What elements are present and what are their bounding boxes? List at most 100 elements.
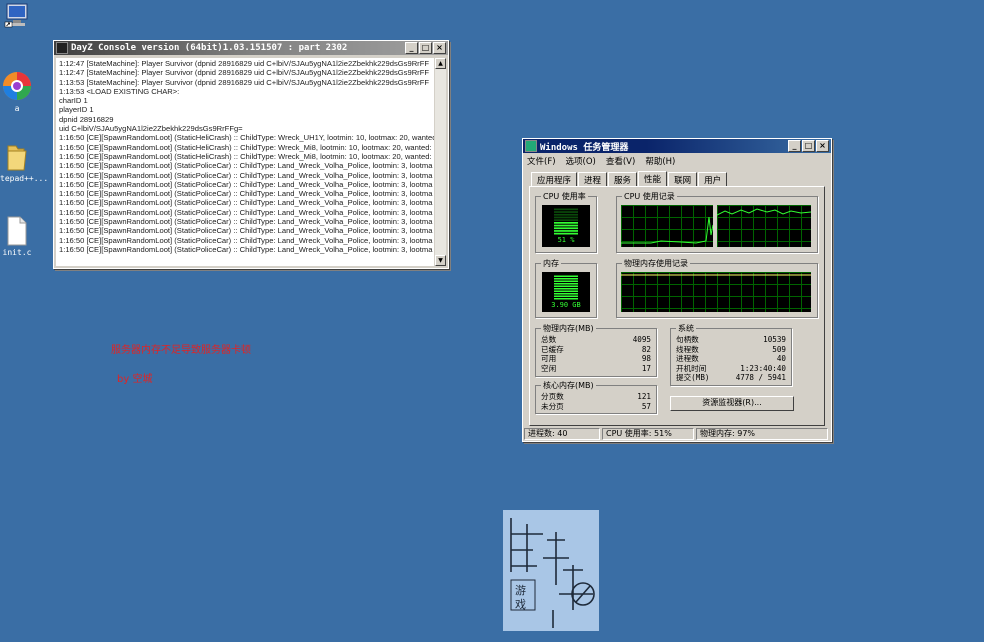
meter-segment	[554, 283, 578, 285]
minimize-button[interactable]: _	[405, 42, 418, 54]
tab-5[interactable]: 用户	[698, 172, 728, 187]
meter-segment	[554, 208, 578, 211]
performance-panel: CPU 使用率 51 % CPU 使用记录 内存 3.90 GB 物理内存使用记…	[529, 186, 825, 426]
meter-segment	[554, 224, 578, 227]
console-line: 1:13:53 [StateMachine]: Player Survivor …	[59, 77, 429, 87]
stat-key: 线程数	[676, 344, 699, 354]
meter-segment	[554, 211, 578, 213]
maximize-button[interactable]: □	[802, 140, 815, 152]
stat-row: 未分页 57	[541, 402, 651, 412]
tab-3[interactable]: 性能	[638, 171, 668, 187]
menu-item[interactable]: 查看(V)	[606, 155, 635, 167]
cpu-usage-value: 51 %	[557, 236, 575, 244]
desktop-icon-browser[interactable]: a	[0, 70, 34, 113]
console-line: 1:16:50 [CE][SpawnRandomLoot] (StaticPol…	[59, 161, 433, 171]
stat-value: 57	[641, 401, 651, 411]
stat-value: 121	[637, 392, 651, 401]
stat-key: 句柄数	[676, 335, 699, 344]
meter-segment	[554, 219, 578, 221]
meter-segment	[554, 230, 578, 232]
task-manager-window[interactable]: Windows 任务管理器 _ □ × 文件(F) 选项(O) 查看(V) 帮助(H)…	[522, 138, 832, 442]
meter-segment	[554, 298, 578, 300]
stat-key: 可用	[541, 354, 557, 364]
cpu-history-line-2	[717, 208, 811, 216]
console-line: 1:16:50 [CE][SpawnRandomLoot] (StaticHel…	[59, 151, 432, 161]
stat-row: 句柄数 10539	[676, 335, 786, 345]
logo-graphic	[510, 518, 595, 628]
stat-row: 总数 4095	[541, 335, 651, 345]
stat-row: 进程数 40	[676, 354, 786, 364]
menu-item[interactable]: 文件(F)	[527, 155, 556, 167]
console-line: 1:12:47 [StateMachine]: Player Survivor …	[59, 68, 429, 78]
stat-row: 线程数 509	[676, 345, 786, 355]
menu-item[interactable]: 选项(O)	[566, 155, 596, 167]
console-line: 1:16:50 [CE][SpawnRandomLoot] (StaticPol…	[59, 170, 433, 180]
console-line: 1:16:50 [CE][SpawnRandomLoot] (StaticPol…	[59, 179, 433, 189]
console-line: 1:16:50 [CE][SpawnRandomLoot] (StaticPol…	[59, 217, 433, 227]
desktop-icon-label: a	[14, 104, 20, 113]
status-bar: 进程数: 40 CPU 使用率: 51% 物理内存: 97%	[524, 428, 830, 440]
note-line-1: 服务器内存不足导致服务器卡顿	[111, 345, 251, 356]
stat-row: 可用 98	[541, 354, 651, 364]
desktop-icon-file[interactable]: init.c	[0, 216, 34, 257]
game-logo: 游 戏	[503, 510, 599, 631]
note-line-2: by 空城	[117, 374, 153, 385]
browser-icon	[3, 72, 31, 100]
resource-monitor-button[interactable]: 资源监视器(R)...	[670, 396, 794, 411]
close-button[interactable]: ×	[816, 140, 829, 152]
memory-history-line	[621, 274, 811, 276]
tab-1[interactable]: 进程	[578, 172, 608, 187]
tab-2[interactable]: 服务	[608, 172, 638, 187]
app-icon	[56, 42, 68, 54]
minimize-button[interactable]: _	[788, 140, 801, 152]
console-line: 1:16:50 [CE][SpawnRandomLoot] (StaticPol…	[59, 235, 433, 245]
status-processes: 进程数: 40	[524, 428, 600, 440]
cpu-history-box: CPU 使用记录	[616, 191, 818, 253]
stat-value: 509	[772, 344, 786, 354]
console-line: 1:16:50 [CE][SpawnRandomLoot] (StaticPol…	[59, 189, 433, 199]
meter-segment	[554, 213, 578, 216]
meter-segment	[554, 288, 578, 290]
stat-row: 已缓存 82	[541, 345, 651, 355]
meter-segment	[554, 278, 578, 280]
tab-4[interactable]: 联网	[668, 172, 698, 187]
stat-key: 开机时间	[676, 363, 707, 373]
console-window[interactable]: DayZ Console version (64bit)1.03.151507 …	[53, 40, 449, 269]
logo-char-2: 戏	[515, 598, 526, 611]
physical-memory-box: 物理内存(MB) 总数 4095 已缓存 82 可用 98 空闲 17	[535, 323, 657, 377]
meter-segment	[554, 222, 578, 224]
stat-row: 提交(MB) 4778 / 5941	[676, 373, 786, 383]
cpu-history-graph-2	[717, 205, 811, 247]
desktop-icon-computer[interactable]	[0, 2, 34, 30]
desktop-icon-folder[interactable]: tepad++...	[0, 142, 49, 183]
kernel-memory-box: 核心内存(MB) 分页数 121 未分页 57	[535, 380, 657, 414]
scroll-up-button[interactable]: ▲	[435, 58, 446, 69]
stat-value: 4095	[632, 335, 651, 344]
console-titlebar[interactable]: DayZ Console version (64bit)1.03.151507 …	[54, 41, 448, 55]
memory-meter: 3.90 GB	[542, 272, 590, 312]
meter-segment	[554, 285, 578, 287]
console-scrollbar[interactable]: ▲ ▼	[435, 58, 446, 266]
meter-segment	[554, 232, 578, 235]
desktop-icon-label: tepad++...	[0, 174, 49, 183]
system-box: 系统 句柄数 10539 线程数 509 进程数 40 开机时间 1:23:40:40 提交(M…	[670, 323, 792, 386]
stat-value: 40	[776, 354, 786, 364]
tab-0[interactable]: 应用程序	[531, 172, 578, 187]
console-line: playerID 1	[59, 105, 94, 115]
memory-history-graph	[621, 272, 811, 312]
stat-key: 提交(MB)	[676, 373, 710, 383]
meter-segment	[554, 290, 578, 292]
cpu-history-label: CPU 使用记录	[622, 191, 677, 202]
stat-value: 98	[641, 354, 651, 364]
menu-bar: 文件(F) 选项(O) 查看(V) 帮助(H)	[523, 153, 831, 169]
console-title: DayZ Console version (64bit)1.03.151507 …	[71, 43, 348, 53]
taskmgr-titlebar[interactable]: Windows 任务管理器 _ □ ×	[523, 139, 831, 153]
menu-item[interactable]: 帮助(H)	[645, 155, 675, 167]
cpu-history-graph-1	[621, 205, 713, 247]
maximize-button[interactable]: □	[419, 42, 432, 54]
close-button[interactable]: ×	[433, 42, 446, 54]
console-log[interactable]: 1:12:47 [StateMachine]: Player Survivor …	[56, 58, 434, 266]
stat-row: 分页数 121	[541, 392, 651, 402]
file-icon	[7, 216, 27, 246]
scroll-down-button[interactable]: ▼	[435, 255, 446, 266]
